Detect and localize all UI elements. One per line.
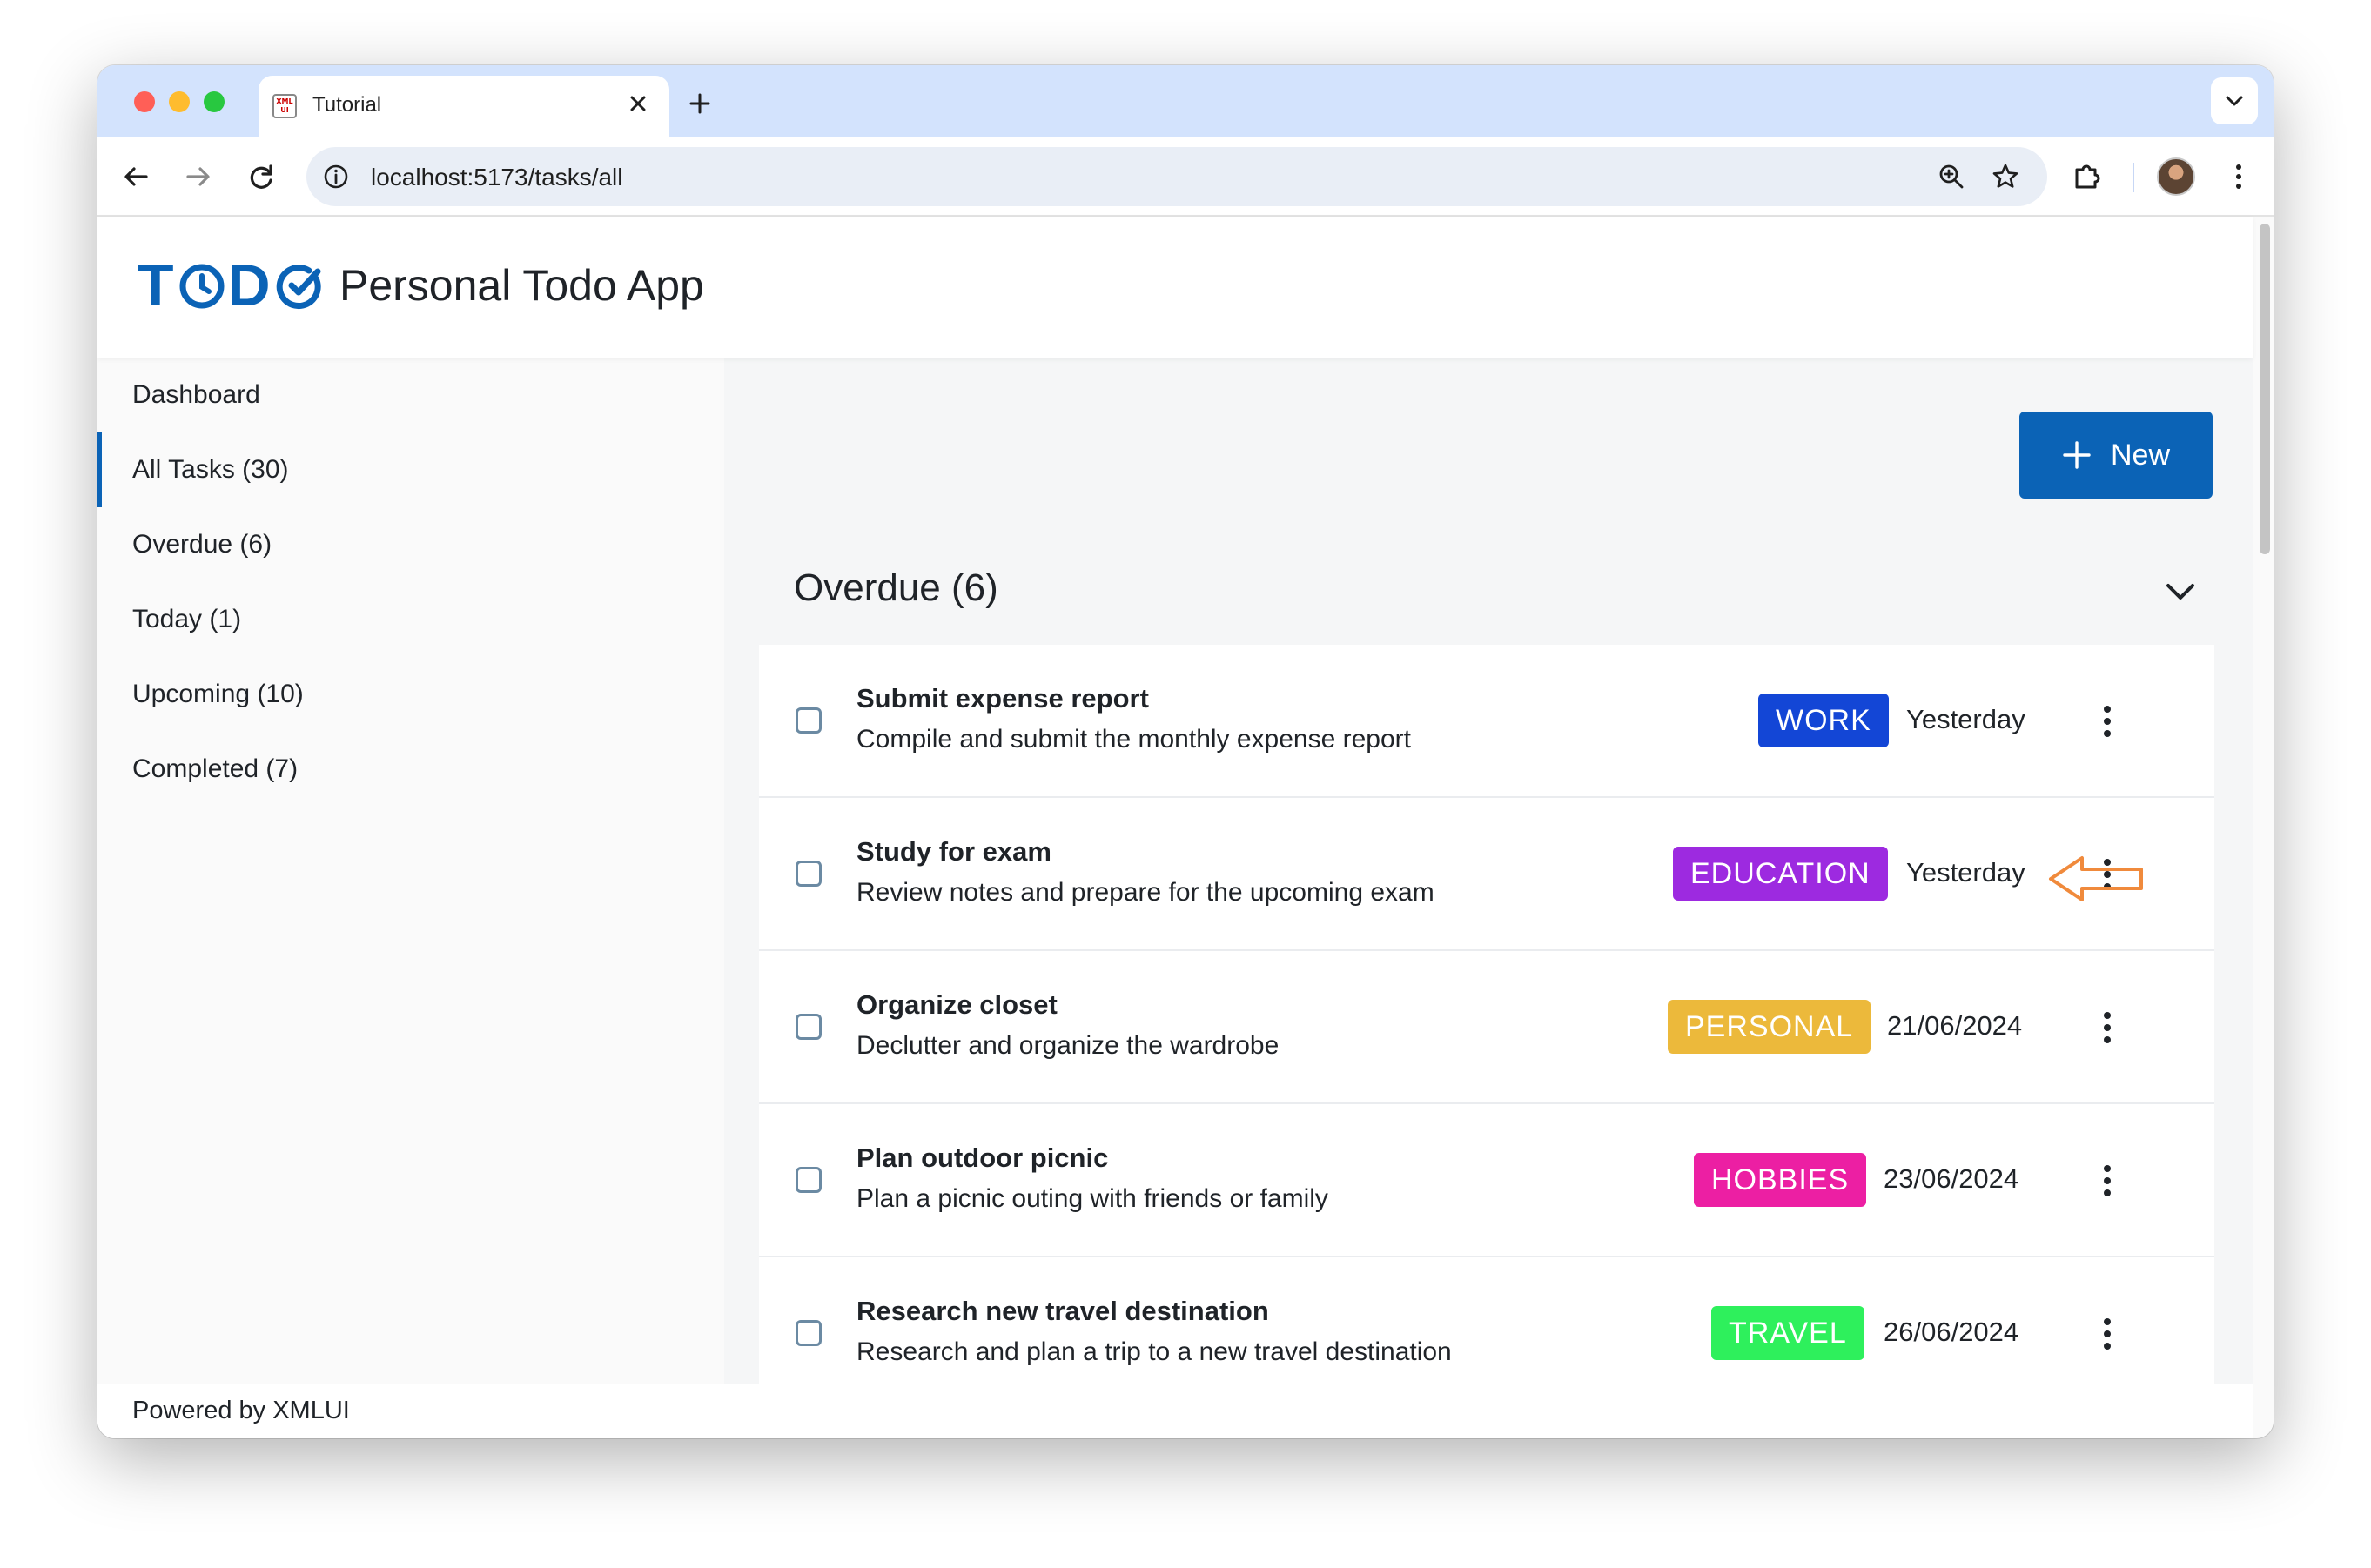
task-title: Plan outdoor picnic — [856, 1142, 1109, 1173]
back-arrow-icon[interactable] — [115, 156, 157, 198]
task-row[interactable]: Submit expense report Compile and submit… — [759, 645, 2214, 798]
new-button-label: New — [2110, 438, 2171, 472]
sidebar-item-overdue[interactable]: Overdue (6) — [97, 507, 724, 582]
task-due-date: 23/06/2024 — [1884, 1163, 2019, 1194]
app-title: Personal Todo App — [339, 261, 704, 310]
zoom-icon[interactable] — [1934, 159, 1969, 194]
category-badge: TRAVEL — [1711, 1306, 1864, 1360]
maximize-window-button[interactable] — [204, 91, 225, 112]
profile-avatar[interactable] — [2157, 157, 2195, 196]
browser-menu-icon[interactable] — [2218, 156, 2260, 198]
site-info-icon[interactable] — [319, 159, 353, 194]
minimize-window-button[interactable] — [169, 91, 190, 112]
task-checkbox[interactable] — [796, 1014, 822, 1040]
todo-logo[interactable]: T D — [138, 256, 325, 315]
task-list: Submit expense report Compile and submit… — [759, 645, 2214, 1384]
task-description: Plan a picnic outing with friends or fam… — [856, 1184, 1328, 1213]
app-footer: Powered by XMLUI — [97, 1384, 2253, 1438]
section-title: Overdue (6) — [794, 566, 998, 609]
task-due-date: Yesterday — [1906, 704, 2025, 734]
category-badge: PERSONAL — [1668, 1000, 1871, 1054]
browser-toolbar: localhost:5173/tasks/all — [97, 137, 2274, 217]
task-row[interactable]: Organize closet Declutter and organize t… — [759, 951, 2214, 1104]
task-due-date: 21/06/2024 — [1887, 1010, 2023, 1041]
scrollbar-thumb[interactable] — [2260, 224, 2270, 554]
footer-text: Powered by XMLUI — [132, 1397, 350, 1424]
tab-title: Tutorial — [312, 93, 382, 117]
category-badge: WORK — [1758, 694, 1889, 747]
page-content: T D Personal Todo App Dashboard All Task… — [97, 217, 2253, 1438]
extensions-puzzle-icon[interactable] — [2066, 156, 2108, 198]
address-bar[interactable]: localhost:5173/tasks/all — [306, 147, 2047, 206]
bookmark-star-icon[interactable] — [1988, 159, 2023, 194]
task-menu-icon[interactable] — [2086, 1311, 2128, 1357]
task-description: Review notes and prepare for the upcomin… — [856, 878, 1434, 907]
task-row[interactable]: Plan outdoor picnic Plan a picnic outing… — [759, 1104, 2214, 1257]
task-row[interactable]: Research new travel destination Research… — [759, 1257, 2214, 1384]
task-description: Declutter and organize the wardrobe — [856, 1031, 1280, 1060]
sidebar: Dashboard All Tasks (30) Overdue (6) Tod… — [97, 358, 724, 1384]
main-content: New Overdue (6) Submit expense report Co… — [724, 358, 2253, 1384]
task-checkbox[interactable] — [796, 861, 822, 887]
task-description: Research and plan a trip to a new travel… — [856, 1337, 1452, 1366]
sidebar-item-all-tasks[interactable]: All Tasks (30) — [97, 432, 724, 507]
sidebar-item-completed[interactable]: Completed (7) — [97, 732, 724, 807]
task-description: Compile and submit the monthly expense r… — [856, 725, 1412, 754]
app-header: T D Personal Todo App — [97, 217, 2253, 358]
task-checkbox[interactable] — [796, 707, 822, 734]
plus-icon — [2063, 441, 2091, 469]
task-menu-icon[interactable] — [2086, 1005, 2128, 1050]
task-checkbox[interactable] — [796, 1320, 822, 1346]
url-text: localhost:5173/tasks/all — [371, 164, 623, 191]
forward-arrow-icon[interactable] — [178, 156, 219, 198]
chevron-down-icon[interactable] — [2160, 572, 2200, 612]
tab-search-button[interactable] — [2211, 77, 2258, 124]
tab-bar: XML UI Tutorial — [97, 65, 2274, 137]
browser-window: XML UI Tutorial localhost:5173/tasks/all… — [97, 65, 2274, 1438]
close-window-button[interactable] — [134, 91, 155, 112]
task-due-date: Yesterday — [1906, 857, 2025, 888]
task-title: Submit expense report — [856, 683, 1149, 714]
task-title: Organize closet — [856, 989, 1058, 1020]
task-checkbox[interactable] — [796, 1167, 822, 1193]
reload-icon[interactable] — [240, 156, 282, 198]
clock-icon — [179, 264, 225, 309]
task-menu-icon[interactable] — [2086, 699, 2128, 744]
sidebar-item-today[interactable]: Today (1) — [97, 582, 724, 657]
task-row[interactable]: Study for exam Review notes and prepare … — [759, 798, 2214, 951]
task-title: Study for exam — [856, 836, 1051, 867]
checkmark-circle-icon — [276, 265, 321, 310]
sidebar-item-dashboard[interactable]: Dashboard — [97, 358, 724, 432]
task-due-date: 26/06/2024 — [1884, 1317, 2019, 1347]
category-badge: EDUCATION — [1673, 847, 1888, 901]
annotation-arrow-icon — [2049, 856, 2143, 901]
tab-close-icon[interactable] — [622, 88, 654, 119]
new-tab-button[interactable] — [681, 84, 719, 123]
browser-tab[interactable]: XML UI Tutorial — [259, 76, 669, 137]
sidebar-item-upcoming[interactable]: Upcoming (10) — [97, 657, 724, 732]
page-scrollbar[interactable] — [2253, 217, 2274, 1438]
task-title: Research new travel destination — [856, 1296, 1269, 1326]
xmlui-favicon-icon: XML UI — [272, 94, 297, 118]
category-badge: HOBBIES — [1694, 1153, 1867, 1207]
toolbar-divider — [2133, 163, 2134, 192]
task-menu-icon[interactable] — [2086, 1158, 2128, 1203]
new-task-button[interactable]: New — [2019, 412, 2213, 499]
